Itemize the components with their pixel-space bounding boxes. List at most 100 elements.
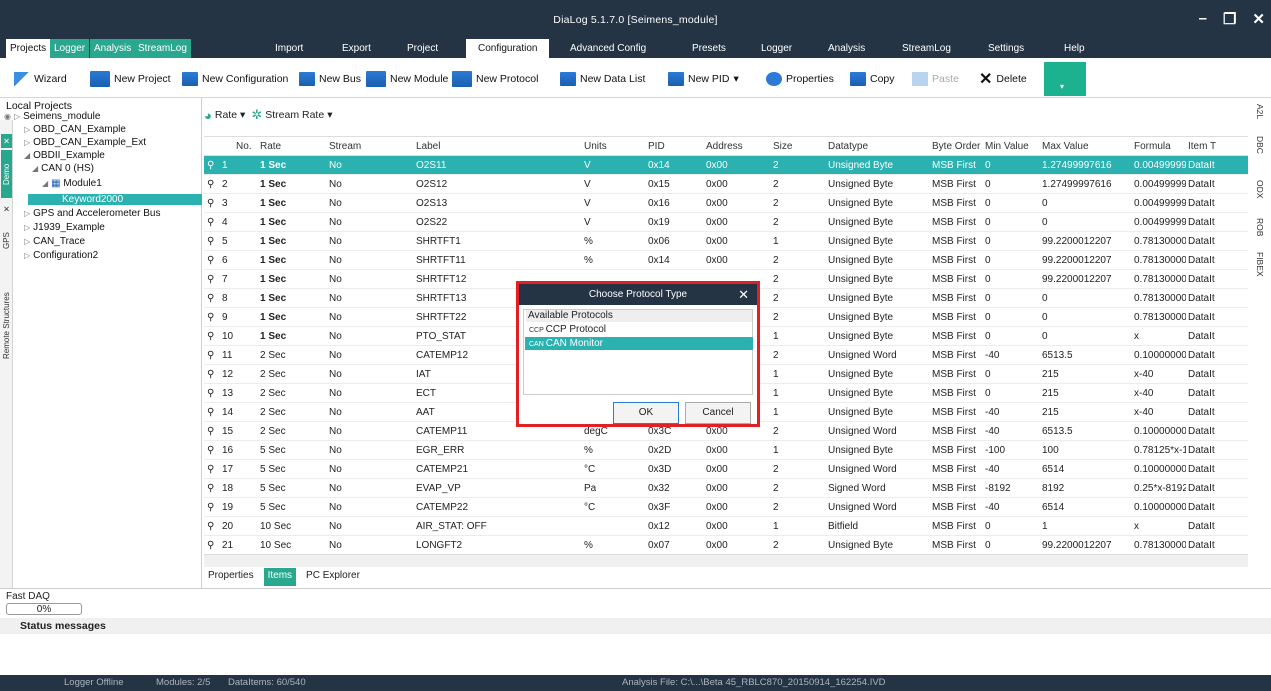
col-address[interactable]: Address	[706, 141, 743, 152]
col-item-type[interactable]: Item T	[1188, 141, 1216, 152]
tab-projects[interactable]: Projects	[6, 39, 51, 58]
row-no: 8	[222, 293, 228, 304]
row-pid: 0x2D	[648, 445, 672, 456]
tab-import[interactable]: Import	[271, 39, 307, 58]
col-datatype[interactable]: Datatype	[828, 141, 868, 152]
col-min-value[interactable]: Min Value	[985, 141, 1029, 152]
horizontal-scrollbar[interactable]	[204, 554, 1248, 567]
properties-button[interactable]: Properties	[766, 70, 834, 88]
vtab-remote-structures[interactable]: Remote Structures	[1, 266, 12, 386]
protocol-item-can-monitor[interactable]: CAN CAN Monitor	[525, 337, 753, 350]
table-row[interactable]: ⚲ 1 1 Sec No O2S11 V 0x14 0x00 2 Unsigned Byte MSB…	[204, 156, 1248, 175]
col-formula[interactable]: Formula	[1134, 141, 1171, 152]
table-row[interactable]: ⚲ 20 10 Sec No AIR_STAT: OFF 0x12 0x00 1 Bitfiel…	[204, 517, 1248, 536]
copy-button[interactable]: Copy	[850, 70, 895, 88]
row-max: 215	[1042, 388, 1059, 399]
tab-project[interactable]: Project	[403, 39, 442, 58]
col-pid[interactable]: PID	[648, 141, 665, 152]
tab-streamlog-left[interactable]: StreamLog	[134, 39, 191, 58]
table-row[interactable]: ⚲ 18 5 Sec No EVAP_VP Pa 0x32 0x00 2 Signed Word M…	[204, 479, 1248, 498]
col-rate[interactable]: Rate	[260, 141, 281, 152]
tab-logger-left[interactable]: Logger	[50, 39, 90, 58]
col-units[interactable]: Units	[584, 141, 607, 152]
new-bus-button[interactable]: New Bus	[299, 70, 361, 88]
tab-rob[interactable]: ROB	[1255, 218, 1265, 236]
table-row[interactable]: ⚲ 2 1 Sec No O2S12 V 0x15 0x00 2 Unsigned Byte MSB…	[204, 175, 1248, 194]
paste-button[interactable]: Paste	[912, 70, 959, 88]
tree-item-obd-can-ext[interactable]: ▷ OBD_CAN_Example_Ext	[24, 137, 146, 148]
new-project-button[interactable]: New Project	[90, 70, 171, 88]
new-data-list-button[interactable]: New Data List	[560, 70, 645, 88]
col-max-value[interactable]: Max Value	[1042, 141, 1089, 152]
vtab-close-gps[interactable]: ✕	[1, 202, 12, 216]
tree-item-can0[interactable]: ◢ CAN 0 (HS)	[32, 163, 94, 174]
close-button[interactable]: ✕	[1252, 10, 1265, 28]
table-row[interactable]: ⚲ 5 1 Sec No SHRTFT1% 0x06 0x00 1 Unsigned Byte M…	[204, 232, 1248, 251]
tree-item-can-trace[interactable]: ▷ CAN_Trace	[24, 236, 85, 247]
tab-analysis-left[interactable]: Analysis	[90, 39, 136, 58]
row-stream: No	[329, 445, 342, 456]
row-datatype: Unsigned Byte	[828, 198, 894, 209]
tree-item-obdii[interactable]: ◢ OBDII_Example	[24, 150, 105, 161]
protocol-item-ccp[interactable]: CCP CCP Protocol	[525, 323, 753, 336]
col-byte-order[interactable]: Byte Order	[932, 141, 980, 152]
delete-button[interactable]: ✕ Delete	[979, 70, 1027, 88]
row-address: 0x00	[706, 217, 728, 228]
tab-items[interactable]: Items	[263, 568, 297, 586]
tab-streamlog[interactable]: StreamLog	[898, 39, 955, 58]
row-max: 99.2200012207	[1042, 236, 1112, 247]
stream-rate-button[interactable]: ✲ Stream Rate ▾	[251, 107, 332, 123]
dropdown-button[interactable]: ▾	[1044, 62, 1086, 96]
minimize-button[interactable]: –	[1199, 10, 1207, 28]
table-row[interactable]: ⚲ 16 5 Sec No EGR_ERR% 0x2D 0x00 1 Unsigned Byte…	[204, 441, 1248, 460]
tree-item-module1[interactable]: ◢ ▦ Module1	[42, 178, 102, 189]
table-row[interactable]: ⚲ 21 10 Sec No LONGFT2% 0x07 0x00 2 Unsigned Byt…	[204, 536, 1248, 555]
table-row[interactable]: ⚲ 4 1 Sec No O2S22 V 0x19 0x00 2 Unsigned Byte MSB…	[204, 213, 1248, 232]
tree-item-gps-bus[interactable]: ▷ GPS and Accelerometer Bus	[24, 208, 160, 219]
tab-presets[interactable]: Presets	[688, 39, 730, 58]
tab-logger[interactable]: Logger	[757, 39, 796, 58]
row-datatype: Unsigned Byte	[828, 369, 894, 380]
col-stream[interactable]: Stream	[329, 141, 361, 152]
new-module-button[interactable]: New Module	[366, 70, 448, 88]
row-no: 10	[222, 331, 234, 342]
tree-item-obd-can[interactable]: ▷ OBD_CAN_Example	[24, 124, 126, 135]
tab-configuration[interactable]: Configuration	[466, 39, 550, 58]
cancel-button[interactable]: Cancel	[685, 402, 751, 424]
new-protocol-button[interactable]: New Protocol	[452, 70, 538, 88]
table-row[interactable]: ⚲ 17 5 Sec No CATEMP21 °C 0x3D 0x00 2 Unsigned Wo…	[204, 460, 1248, 479]
table-row[interactable]: ⚲ 6 1 Sec No SHRTFT11% 0x14 0x00 2 Unsigned Byte…	[204, 251, 1248, 270]
tab-properties[interactable]: Properties	[204, 568, 258, 586]
tab-advanced-config[interactable]: Advanced Config	[566, 39, 650, 58]
col-size[interactable]: Size	[773, 141, 792, 152]
row-byte-order: MSB First	[932, 464, 976, 475]
tab-analysis[interactable]: Analysis	[824, 39, 869, 58]
tab-dbc[interactable]: DBC	[1255, 136, 1265, 154]
col-label[interactable]: Label	[416, 141, 440, 152]
tab-fibex[interactable]: FIBEX	[1255, 252, 1265, 277]
wizard-button[interactable]: Wizard	[14, 70, 67, 88]
ok-button[interactable]: OK	[613, 402, 679, 424]
maximize-button[interactable]: ❐	[1223, 10, 1236, 28]
tree-item-configuration2[interactable]: ▷ Configuration2	[24, 250, 98, 261]
row-min: 0	[985, 160, 991, 171]
table-row[interactable]: ⚲ 3 1 Sec No O2S13 V 0x16 0x00 2 Unsigned Byte MSB…	[204, 194, 1248, 213]
tab-odx[interactable]: ODX	[1255, 180, 1265, 198]
rate-button[interactable]: ◕ Rate ▾	[204, 108, 245, 123]
new-configuration-button[interactable]: New Configuration	[182, 70, 288, 88]
tab-settings[interactable]: Settings	[984, 39, 1028, 58]
tree-item-j1939[interactable]: ▷ J1939_Example	[24, 222, 105, 233]
tab-pc-explorer[interactable]: PC Explorer	[302, 568, 364, 586]
dialog-close-button[interactable]: ✕	[738, 284, 749, 305]
tree-item-seimens[interactable]: ◉ ▷ Seimens_module	[4, 111, 100, 122]
tab-a2l[interactable]: A2L	[1255, 104, 1265, 119]
vtab-close[interactable]: ✕	[1, 134, 12, 148]
tree-item-keyword2000[interactable]: Keyword2000	[28, 194, 202, 205]
vtab-demo[interactable]: Demo	[1, 150, 12, 198]
col-no[interactable]: No.	[236, 141, 252, 152]
vtab-gps[interactable]: GPS	[1, 218, 12, 264]
tab-export[interactable]: Export	[338, 39, 375, 58]
table-row[interactable]: ⚲ 19 5 Sec No CATEMP22 °C 0x3F 0x00 2 Unsigned Wo…	[204, 498, 1248, 517]
tab-help[interactable]: Help	[1060, 39, 1089, 58]
new-pid-button[interactable]: New PID ▾	[668, 70, 739, 88]
